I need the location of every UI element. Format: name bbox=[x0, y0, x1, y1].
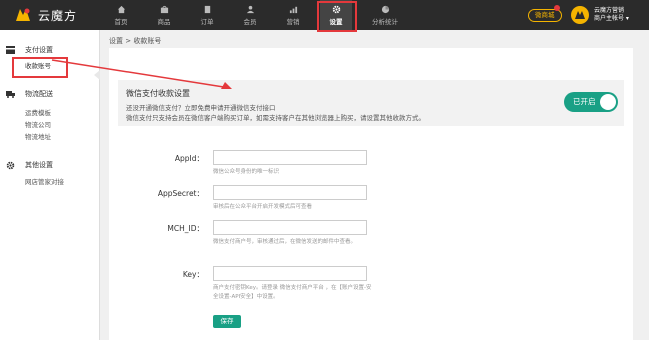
logo[interactable]: 云魔方 bbox=[14, 6, 77, 24]
nav-label: 营销 bbox=[286, 17, 300, 26]
notice-description: 微信支付只支持会员在微信客户端购买订单，如需支持客户在其他浏览器上购买，请设置其… bbox=[126, 114, 425, 122]
sidebar-item-erp-integration[interactable]: 网店管家对接 bbox=[25, 176, 100, 188]
sidebar-group-other: 其他设置 网店管家对接 bbox=[0, 159, 100, 188]
card-icon bbox=[6, 46, 15, 54]
nav-label: 商品 bbox=[157, 17, 171, 26]
sidebar-head-payment[interactable]: 支付设置 bbox=[0, 44, 100, 56]
annotation-arrow bbox=[51, 59, 232, 89]
wechat-pay-toggle[interactable]: 已开启 bbox=[564, 92, 618, 112]
breadcrumb: 设置 > 收款账号 bbox=[109, 37, 162, 45]
top-navigation-bar: 云魔方 首页 商品 订单 会员 营销 设置 分析统计 微商城 云魔方营销 商户主… bbox=[0, 0, 649, 32]
nav-label: 会员 bbox=[243, 17, 257, 26]
notification-dot bbox=[554, 5, 560, 11]
bag-icon bbox=[159, 5, 169, 14]
nav-label: 分析统计 bbox=[372, 17, 398, 26]
chart-bars-icon bbox=[288, 5, 298, 14]
caret-down-icon: ▾ bbox=[624, 15, 629, 22]
appsecret-label: AppSecret： bbox=[157, 189, 204, 198]
appsecret-input[interactable] bbox=[213, 185, 367, 200]
user-role-row: 商户主帐号 ▾ bbox=[594, 15, 629, 23]
mchid-input[interactable] bbox=[213, 220, 367, 235]
notice-apply-link[interactable]: 还没开通微信支付？立即免费申请开通微信支付接口 bbox=[126, 102, 276, 112]
app-name: 云魔方 bbox=[38, 8, 78, 23]
key-label: Key： bbox=[182, 270, 204, 279]
gear-icon bbox=[6, 161, 15, 170]
user-name: 云魔方营销 bbox=[594, 7, 625, 14]
gear-icon bbox=[331, 5, 341, 14]
sidebar-head-label: 支付设置 bbox=[25, 46, 53, 54]
sidebar-item-logistics-address[interactable]: 物流地址 bbox=[25, 131, 100, 143]
nav-products[interactable]: 商品 bbox=[148, 0, 180, 30]
nav-analytics[interactable]: 分析统计 bbox=[363, 0, 407, 30]
mchid-label: MCH_ID： bbox=[167, 224, 204, 233]
nav-home[interactable]: 首页 bbox=[105, 0, 137, 30]
document-icon bbox=[202, 5, 212, 14]
avatar[interactable] bbox=[571, 6, 589, 24]
settings-panel: 微信支付收款设置 还没开通微信支付？立即免费申请开通微信支付接口 微信支付只支持… bbox=[109, 72, 633, 340]
toggle-label: 已开启 bbox=[573, 97, 596, 106]
sidebar-item-logistics-company[interactable]: 物流公司 bbox=[25, 119, 100, 131]
toggle-knob bbox=[600, 94, 616, 110]
appsecret-help: 审核后在公众平台开启开发模式后可查看 bbox=[213, 204, 313, 210]
user-menu[interactable]: 云魔方营销 商户主帐号 ▾ bbox=[594, 7, 629, 23]
main-nav: 首页 商品 订单 会员 营销 设置 分析统计 bbox=[105, 0, 418, 32]
nav-marketing[interactable]: 营销 bbox=[277, 0, 309, 30]
nav-members[interactable]: 会员 bbox=[234, 0, 266, 30]
nav-label: 首页 bbox=[114, 17, 128, 26]
appid-label: AppId： bbox=[174, 154, 204, 163]
nav-label: 订单 bbox=[200, 17, 214, 26]
appid-input[interactable] bbox=[213, 150, 367, 165]
truck-icon bbox=[6, 90, 15, 98]
sidebar-head-other[interactable]: 其他设置 bbox=[0, 159, 100, 171]
sidebar-item-shipping-template[interactable]: 运费模板 bbox=[25, 107, 100, 119]
save-button[interactable]: 保存 bbox=[213, 315, 241, 328]
key-input[interactable] bbox=[213, 266, 367, 281]
nav-label: 设置 bbox=[329, 17, 343, 26]
sidebar-head-label: 其他设置 bbox=[25, 161, 53, 169]
user-icon bbox=[245, 5, 255, 14]
pie-icon bbox=[380, 5, 390, 14]
user-role: 商户主帐号 bbox=[594, 15, 625, 22]
appid-help: 微信公众号身份的唯一标识 bbox=[213, 169, 280, 175]
mchid-help: 微信支付商户号，审核通过后，在微信发送的邮件中查看。 bbox=[213, 239, 357, 245]
nav-orders[interactable]: 订单 bbox=[191, 0, 223, 30]
key-help: 商户支付密钥Key。请登录 微信支付商户平台 ，在【账户设置-安全设置-API安… bbox=[213, 285, 372, 300]
logo-icon bbox=[14, 6, 32, 24]
nav-settings[interactable]: 设置 bbox=[317, 0, 357, 32]
sidebar-head-label: 物流配送 bbox=[25, 90, 53, 98]
home-icon bbox=[116, 5, 126, 14]
